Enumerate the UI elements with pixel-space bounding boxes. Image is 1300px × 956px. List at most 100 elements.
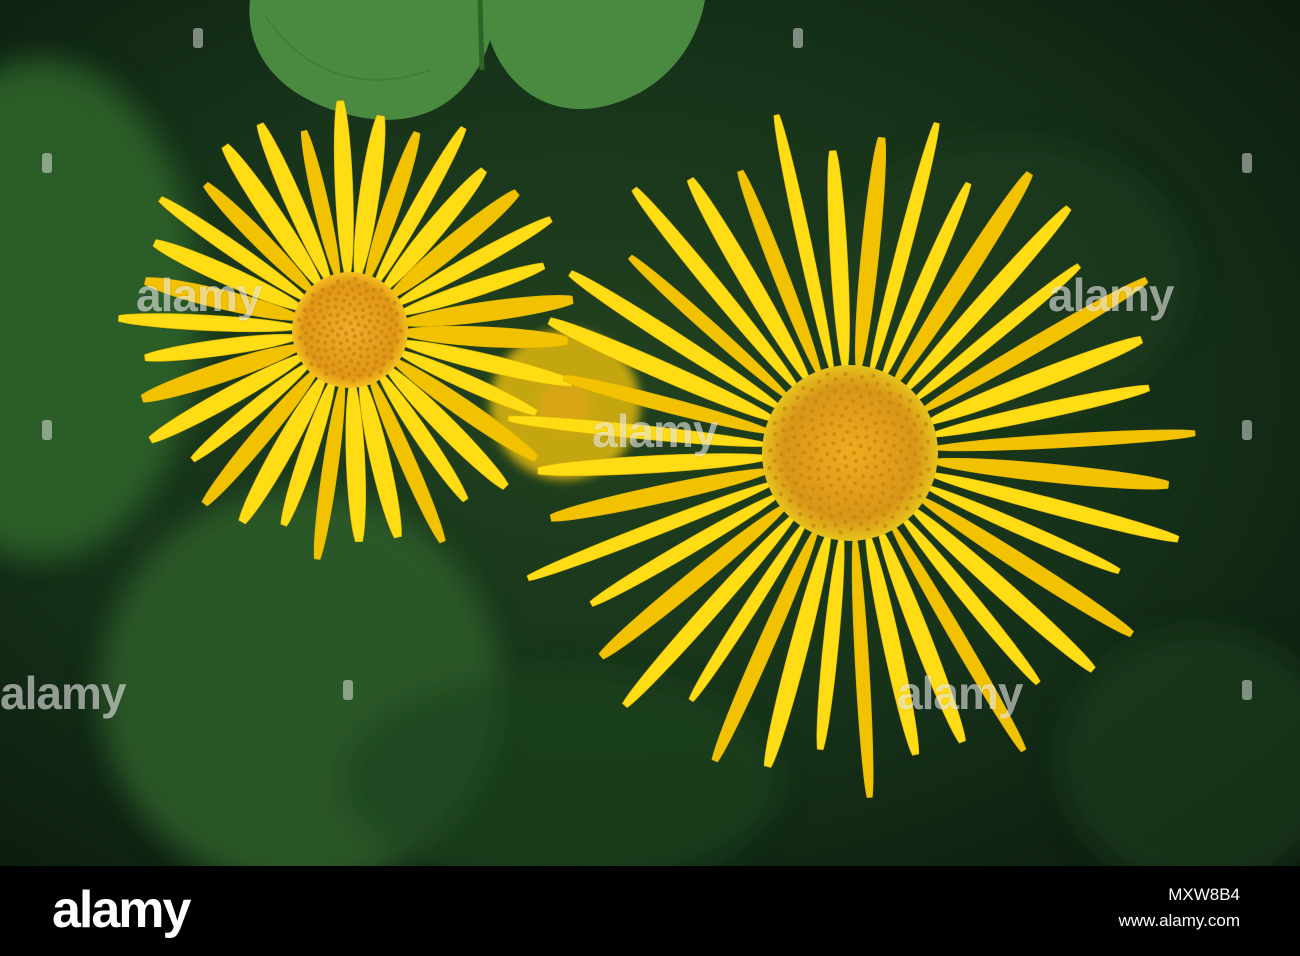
- disc-floret: [382, 304, 387, 309]
- disc-floret: [890, 515, 895, 520]
- disc-floret: [373, 359, 378, 364]
- disc-floret: [817, 379, 822, 384]
- disc-floret: [357, 373, 362, 378]
- disc-floret: [836, 448, 841, 454]
- disc-floret: [364, 297, 369, 302]
- disc-floret: [321, 315, 326, 320]
- disc-floret: [315, 339, 320, 344]
- disc-floret: [844, 464, 849, 469]
- disc-floret: [372, 345, 377, 350]
- disc-floret: [862, 456, 867, 461]
- disc-floret: [806, 465, 812, 470]
- disc-floret: [819, 422, 825, 427]
- disc-floret: [810, 426, 815, 431]
- disc-floret: [838, 530, 843, 535]
- disc-floret: [869, 401, 874, 406]
- disc-floret: [847, 507, 852, 512]
- disc-floret: [825, 383, 830, 388]
- disc-floret: [798, 512, 803, 517]
- disc-floret: [816, 467, 821, 472]
- disc-floret: [781, 483, 786, 488]
- disc-floret: [881, 512, 886, 517]
- disc-floret: [872, 454, 877, 459]
- disc-floret: [864, 465, 869, 470]
- disc-floret: [369, 311, 374, 316]
- disc-floret: [795, 395, 800, 400]
- disc-floret: [900, 437, 906, 442]
- disc-floret: [828, 483, 834, 488]
- disc-floret: [303, 341, 308, 346]
- disc-floret: [311, 354, 317, 359]
- disc-floret: [787, 498, 793, 503]
- disc-floret: [374, 303, 380, 308]
- disc-floret: [898, 394, 903, 399]
- disc-floret: [785, 475, 790, 480]
- disc-floret: [860, 417, 865, 422]
- disc-floret: [807, 476, 812, 481]
- disc-floret: [825, 372, 830, 377]
- disc-floret: [351, 378, 356, 383]
- disc-floret: [378, 295, 383, 301]
- disc-floret: [881, 460, 887, 465]
- disc-floret: [846, 474, 851, 479]
- disc-floret: [919, 446, 925, 451]
- disc-floret: [804, 396, 809, 401]
- disc-floret: [398, 328, 404, 334]
- disc-floret: [858, 444, 863, 449]
- disc-floret: [855, 435, 860, 440]
- disc-floret: [318, 356, 324, 361]
- disc-floret: [356, 322, 361, 327]
- disc-floret: [359, 332, 364, 337]
- alamy-logo: alamy: [52, 881, 191, 939]
- disc-floret: [348, 302, 353, 307]
- disc-floret: [908, 465, 913, 470]
- disc-floret: [844, 405, 849, 410]
- disc-floret: [853, 425, 858, 430]
- disc-floret: [338, 368, 343, 373]
- disc-floret: [343, 354, 348, 359]
- disc-floret: [861, 484, 866, 489]
- disc-floret: [337, 359, 342, 364]
- disc-floret: [353, 315, 358, 320]
- disc-floret: [839, 396, 844, 401]
- disc-floret: [801, 450, 807, 455]
- disc-floret: [841, 437, 846, 442]
- disc-floret: [882, 419, 887, 425]
- disc-floret: [798, 472, 804, 478]
- disc-floret: [865, 502, 870, 507]
- disc-floret: [924, 456, 929, 461]
- disc-floret: [340, 306, 345, 311]
- disc-floret: [325, 298, 330, 303]
- disc-floret: [796, 443, 801, 448]
- disc-floret: [918, 482, 924, 487]
- disc-floret: [793, 481, 798, 486]
- disc-floret: [891, 421, 896, 426]
- disc-floret: [884, 430, 889, 435]
- disc-floret: [328, 312, 333, 318]
- disc-floret: [344, 364, 349, 369]
- disc-floret: [814, 435, 819, 440]
- disc-floret: [346, 280, 351, 285]
- disc-floret: [836, 477, 842, 482]
- disc-floret: [372, 325, 377, 331]
- disc-floret: [846, 390, 851, 395]
- disc-floret: [910, 475, 915, 480]
- disc-floret: [885, 382, 891, 387]
- disc-floret: [841, 484, 846, 489]
- disc-floret: [859, 509, 865, 514]
- disc-floret: [772, 458, 777, 463]
- disc-floret: [349, 358, 354, 364]
- disc-floret: [778, 467, 783, 472]
- disc-floret: [873, 439, 878, 444]
- disc-floret: [858, 394, 863, 399]
- disc-floret: [811, 523, 816, 528]
- disc-floret: [339, 326, 344, 331]
- disc-floret: [867, 391, 872, 396]
- disc-floret: [335, 313, 340, 318]
- disc-floret: [853, 410, 858, 415]
- disc-floret: [870, 475, 875, 480]
- disc-floret: [310, 307, 315, 312]
- disc-floret: [297, 317, 302, 323]
- disc-floret: [387, 341, 392, 346]
- disc-floret: [392, 332, 397, 337]
